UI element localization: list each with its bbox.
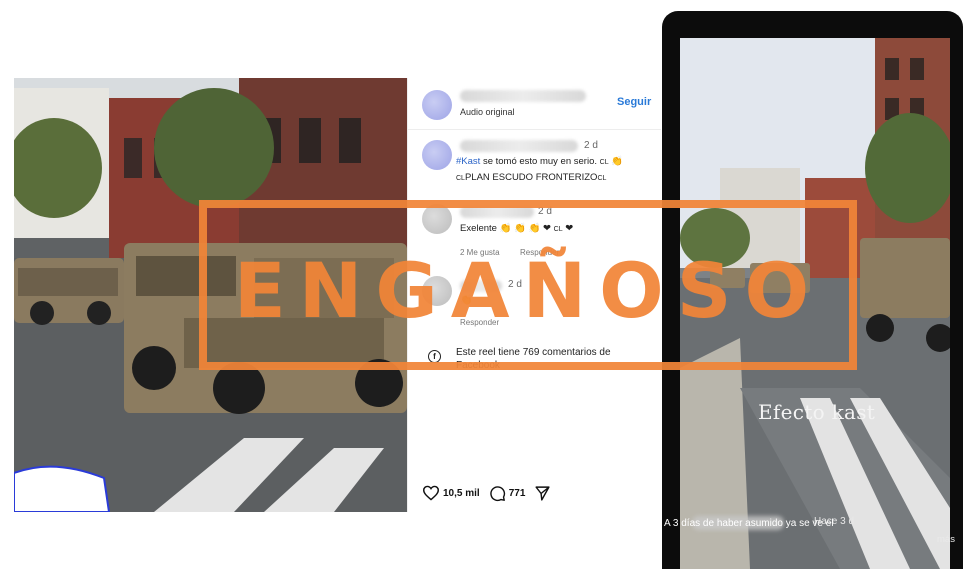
flag-cl: CL [456,175,465,182]
verdict-stamp: ENGAÑOSO [199,200,857,370]
reel-actions: 10,5 mil 771 [422,482,551,504]
flag-cl: CL [599,159,609,166]
audio-label[interactable]: Audio original [460,107,515,117]
comment-line2: CLPLAN ESCUDO FRONTERIZOCL [456,172,656,183]
hashtag-link[interactable]: #Kast [456,156,480,167]
share-icon[interactable] [534,485,551,502]
blurred-username [460,90,586,102]
follow-button[interactable]: Seguir [617,96,651,108]
comment-time: 2 d [584,140,598,151]
video-caption: A 3 días de haber asumido ya se ve el [664,518,834,529]
heart-icon[interactable] [422,485,440,501]
avatar[interactable] [422,140,452,170]
clap-emoji: 👏 [611,156,624,167]
comment-body-2: PLAN ESCUDO FRONTERIZO [464,172,598,183]
blurred-username [460,140,578,152]
comments-count: 771 [508,487,526,499]
verdict-label: ENGAÑOSO [233,246,823,335]
avatar[interactable] [422,90,452,120]
reel-header: Audio original Seguir [408,78,661,130]
comment-icon[interactable] [489,485,506,502]
comment-body: se tomó esto muy en serio. [482,156,600,167]
flag-cl: CL [597,175,607,182]
likes-count: 10,5 mil [443,487,480,499]
comment-text: #Kast se tomó esto muy en serio. CL 👏 [456,156,656,167]
video-overlay-text: Efecto kast [758,400,876,424]
more-link[interactable]: más [937,534,955,545]
